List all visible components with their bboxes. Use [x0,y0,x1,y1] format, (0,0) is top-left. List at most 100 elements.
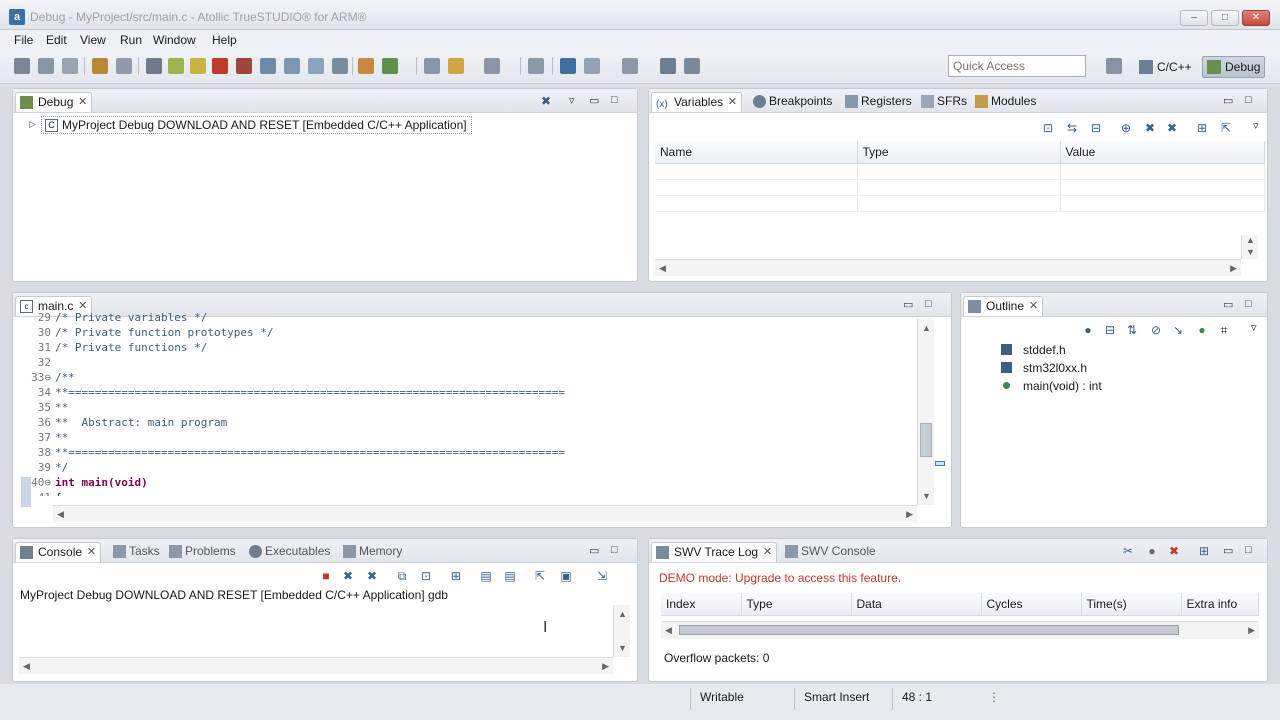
disconnect-icon[interactable] [236,58,252,74]
tab-console[interactable]: Console ✕ [15,542,102,562]
menu-edit[interactable]: Edit [46,33,67,47]
menu-run[interactable]: Run [120,33,142,47]
terminate-icon[interactable]: ■ [319,569,333,583]
column-type[interactable]: Type [857,141,1061,164]
hide-nonpublic-icon[interactable]: ↘ [1171,323,1185,337]
menu-window[interactable]: Window [153,33,196,47]
info-icon[interactable] [560,58,576,74]
column-cycles[interactable]: Cycles [981,593,1082,616]
show-type-names-icon[interactable]: ⊡ [1041,121,1055,135]
status-insert-mode[interactable]: Smart Insert [804,690,869,704]
swv-horizontal-scrollbar[interactable]: ◀ ▶ [661,621,1259,639]
build-icon[interactable] [92,58,108,74]
tab-tasks[interactable]: Tasks [109,542,160,562]
maximize-icon[interactable]: □ [925,298,932,310]
start-trace-icon[interactable]: ● [1145,544,1159,558]
show-logical-icon[interactable]: ⇆ [1065,121,1079,135]
perspective-cpp[interactable]: C/C++ [1134,56,1197,78]
clean-icon[interactable] [116,58,132,74]
clear-console-icon[interactable]: ⊡ [419,569,433,583]
minimize-icon[interactable]: ▭ [589,94,599,107]
display-console-icon[interactable]: ▣ [559,569,573,583]
remove-launch-icon[interactable]: ✖ [341,569,355,583]
tab-variables[interactable]: (x) Variables ✕ [651,92,743,112]
export-view-icon[interactable]: ⇱ [1219,121,1233,135]
minimize-icon[interactable]: ▭ [1223,94,1233,107]
remove-icon[interactable]: ✖ [1143,121,1157,135]
tab-modules[interactable]: Modules [971,92,1036,112]
code-line[interactable]: 40⊖ int main(void) [19,475,917,490]
column-value[interactable]: Value [1060,141,1265,164]
menu-view[interactable]: View [80,33,106,47]
code-line[interactable]: 38 **====================================… [19,445,917,460]
tab-memory[interactable]: Memory [339,542,402,562]
link-icon[interactable]: ⌗ [1217,323,1231,337]
remove-all-launches-icon[interactable]: ✖ [365,569,379,583]
window-icon[interactable] [584,58,600,74]
view-menu-icon[interactable]: ▿ [1253,119,1259,132]
expand-icon[interactable] [660,58,676,74]
outline-item-stddef[interactable]: stddef.h [1001,343,1066,357]
instruction-step-icon[interactable] [332,58,348,74]
editor-horizontal-scrollbar[interactable]: ◀ ▶ [53,505,917,522]
horizontal-scrollbar[interactable]: ◀ ▶ [655,259,1241,276]
open-perspective-icon[interactable] [1106,58,1122,74]
code-line[interactable]: 34 **====================================… [19,385,917,400]
maximize-icon[interactable]: □ [1245,94,1252,106]
code-editor[interactable]: 29 /* Private variables */ 30 /* Private fu… [19,310,917,496]
tab-sfrs[interactable]: SFRs [917,92,967,112]
hide-fields-icon[interactable]: ● [1081,323,1095,337]
save-all-icon[interactable] [38,58,54,74]
save-icon[interactable] [14,58,30,74]
column-type[interactable]: Type [741,593,852,616]
tab-problems[interactable]: Problems [165,542,236,562]
minimize-icon[interactable]: ▭ [589,544,599,557]
launch-tree-item[interactable]: C MyProject Debug DOWNLOAD AND RESET [Em… [41,116,472,134]
code-line[interactable]: 29 /* Private variables */ [19,310,917,325]
maximize-icon[interactable]: □ [611,544,618,556]
step-return-icon[interactable] [308,58,324,74]
minimize-icon[interactable]: ▭ [1223,298,1233,311]
close-icon[interactable]: ✕ [87,543,96,561]
column-extra-info[interactable]: Extra info [1181,593,1259,616]
open-console-icon[interactable]: ⇲ [595,569,609,583]
overview-ruler-marker[interactable] [935,461,945,466]
menu-file[interactable]: File [14,33,33,47]
show-stdout-icon[interactable]: ▤ [479,569,493,583]
perspective-debug[interactable]: Debug [1202,56,1266,78]
tab-debug[interactable]: Debug ✕ [15,92,93,112]
hide-static-icon[interactable]: ⊘ [1149,323,1163,337]
tab-breakpoints[interactable]: Breakpoints [749,92,832,112]
copy-icon[interactable]: ⧉ [395,569,409,583]
resume-icon[interactable] [168,58,184,74]
minimize-button[interactable]: – [1180,10,1208,26]
clear-trace-icon[interactable]: ✖ [1167,544,1181,558]
code-line[interactable]: 35 ** [19,400,917,415]
suspend-icon[interactable] [190,58,206,74]
maximize-button[interactable]: □ [1211,10,1239,26]
last-edit-icon[interactable] [424,58,440,74]
export-icon[interactable] [684,58,700,74]
code-line[interactable]: 32 [19,355,917,370]
code-line[interactable]: 31 /* Private functions */ [19,340,917,355]
close-icon[interactable]: ✕ [1029,297,1038,315]
code-line[interactable]: 39 */ [19,460,917,475]
forward-icon[interactable] [484,58,500,74]
editor-vertical-scrollbar[interactable]: ▲ ▼ [917,319,934,505]
status-more-icon[interactable]: ⋮ [988,690,1000,704]
tab-swv-console[interactable]: SWV Console [781,542,876,562]
column-time[interactable]: Time(s) [1081,593,1182,616]
scroll-thumb[interactable] [920,423,932,457]
add-global-icon[interactable]: ⊕ [1119,121,1133,135]
hide-macros-icon[interactable]: ● [1195,323,1209,337]
close-icon[interactable]: ✕ [78,93,87,111]
view-menu-icon[interactable]: ▿ [569,94,575,107]
tab-outline[interactable]: Outline ✕ [963,296,1044,316]
column-name[interactable]: Name [655,141,858,164]
outline-item-main[interactable]: main(void) : int [1001,379,1102,393]
maximize-icon[interactable]: □ [611,94,618,106]
collapse-all-icon[interactable]: ⊟ [1103,323,1117,337]
debug-launch-icon[interactable] [358,58,374,74]
scroll-lock-icon[interactable]: ⊞ [449,569,463,583]
view-menu-icon[interactable]: ▿ [1251,321,1257,334]
